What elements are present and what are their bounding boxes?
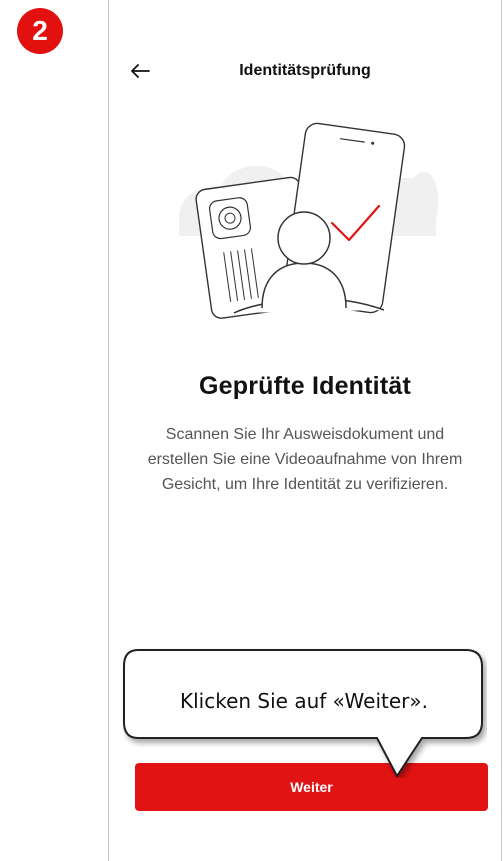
step-number-badge: 2 (17, 8, 63, 54)
description-text: Scannen Sie Ihr Ausweisdokument und erst… (147, 426, 463, 493)
top-bar: Identitätsprüfung (109, 52, 501, 92)
verified-identity-illustration (179, 122, 439, 319)
headline: Geprüfte Identität (199, 372, 411, 400)
callout-text: Klicken Sie auf «Weiter». (180, 689, 428, 713)
page-title: Identitätsprüfung (239, 62, 371, 79)
